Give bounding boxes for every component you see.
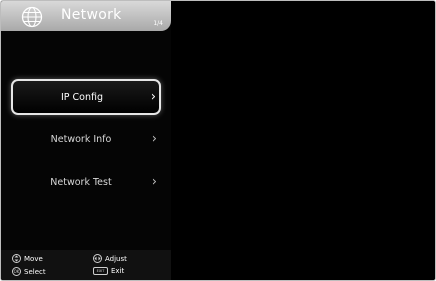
chevron-right-icon: › [151, 131, 157, 147]
exit-key-icon: EXIT [93, 267, 108, 275]
key-hints-bar: Move Adjust OK Select EXIT Exit [1, 250, 171, 280]
page-indicator: 1/4 [153, 20, 163, 27]
hint-move: Move [12, 254, 43, 263]
hint-adjust-label: Adjust [105, 254, 127, 263]
hint-exit-label: Exit [111, 267, 125, 275]
menu-item-label: IP Config [60, 91, 104, 103]
ok-key-icon: OK [12, 267, 21, 276]
hint-adjust: Adjust [93, 254, 127, 263]
chevron-right-icon: › [150, 89, 156, 105]
chevron-right-icon: › [151, 174, 157, 190]
globe-icon [21, 6, 43, 28]
menu-item-ip-config[interactable]: IP Config › [11, 79, 161, 115]
menu-item-network-info[interactable]: Network Info › [10, 121, 160, 157]
menu-item-label: Network Test [50, 176, 112, 188]
hint-move-label: Move [24, 254, 43, 263]
hint-exit: EXIT Exit [93, 267, 124, 275]
menu-item-network-test[interactable]: Network Test › [10, 164, 160, 200]
menu-header: Network 1/4 [1, 1, 171, 31]
menu-item-label: Network Info [50, 133, 112, 145]
content-area [171, 1, 435, 280]
tv-screen: Network 1/4 IP Config › Network Info › N… [0, 0, 436, 281]
hint-select: OK Select [12, 267, 46, 276]
up-down-key-icon [12, 254, 21, 263]
page-title: Network [61, 7, 122, 23]
hint-select-label: Select [24, 267, 46, 276]
network-menu-panel: Network 1/4 IP Config › Network Info › N… [1, 1, 171, 280]
left-right-key-icon [93, 254, 102, 263]
